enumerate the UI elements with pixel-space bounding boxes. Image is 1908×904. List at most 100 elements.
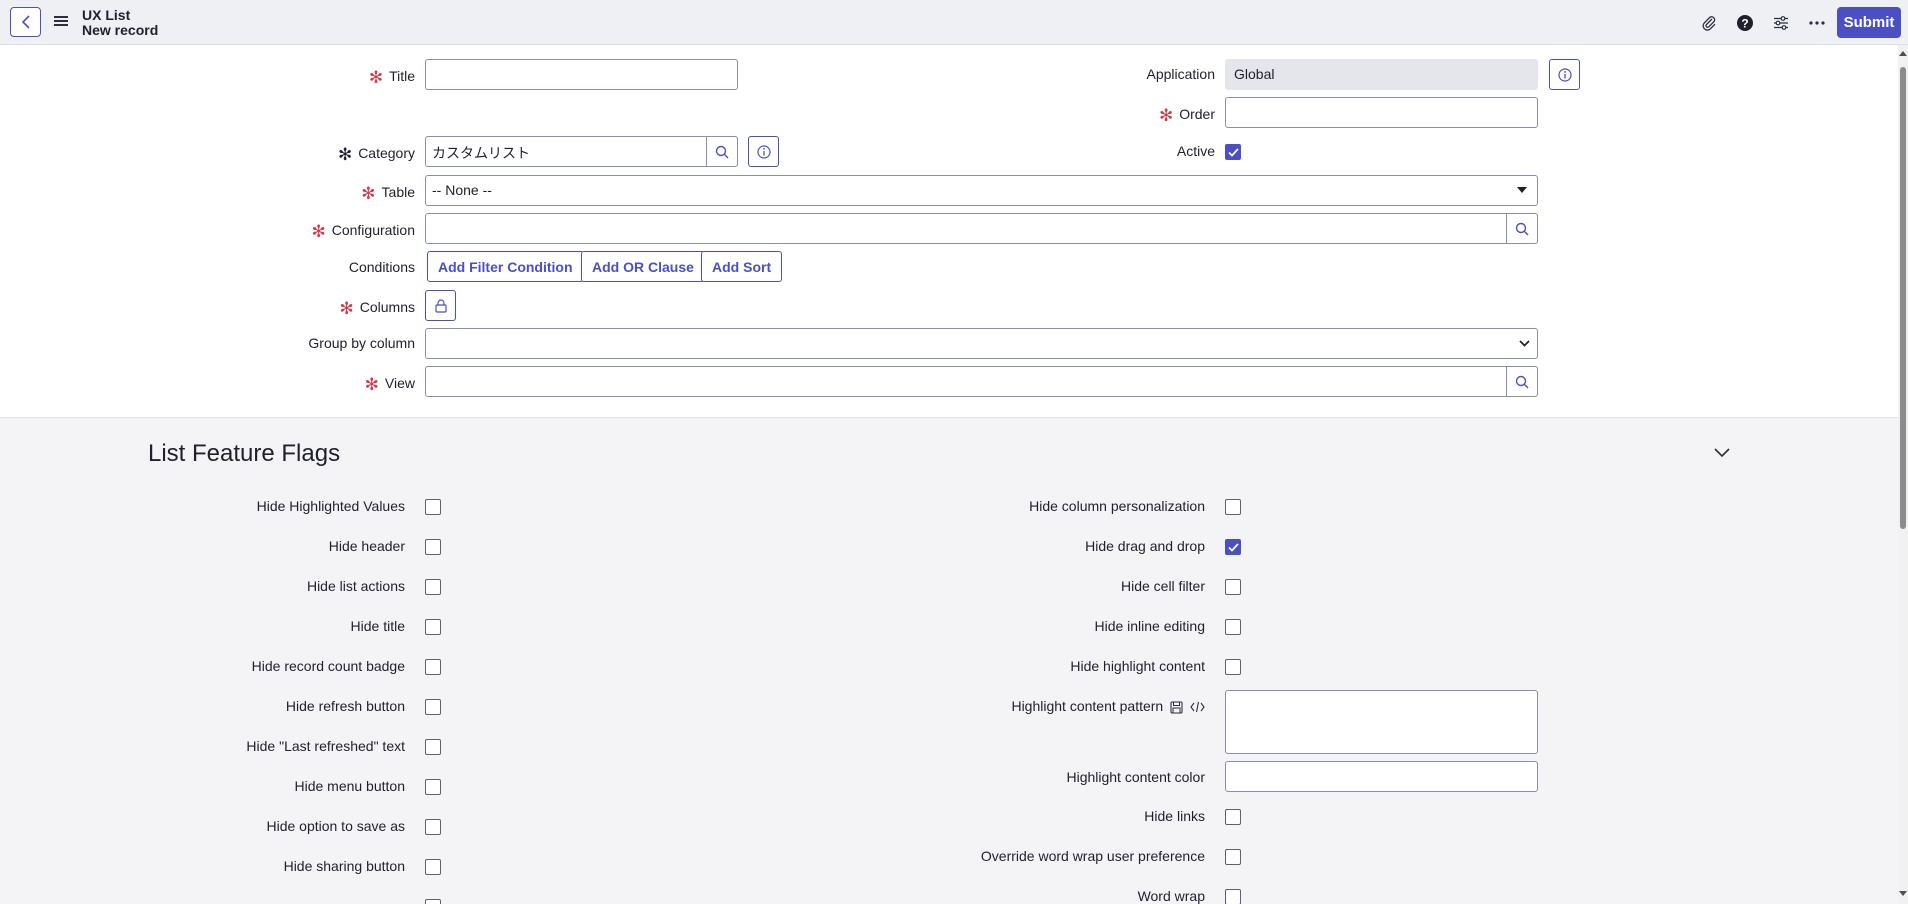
flag-checkbox[interactable]	[1225, 579, 1241, 595]
search-icon	[1515, 222, 1529, 235]
category-info-button[interactable]	[748, 136, 779, 167]
columns-unlock-button[interactable]	[425, 290, 456, 321]
group-by-label: Group by column	[308, 335, 415, 351]
flag-label: Hide inline editing	[1094, 618, 1205, 634]
info-icon	[756, 144, 771, 159]
add-filter-condition-button[interactable]: Add Filter Condition	[427, 251, 584, 282]
flag-checkbox-partial[interactable]	[425, 899, 441, 904]
view-label: ✻ View	[364, 375, 415, 394]
required-icon: ✻	[361, 184, 376, 203]
flag-label: Hide links	[1144, 808, 1205, 824]
flag-checkbox[interactable]	[425, 659, 441, 675]
page-title: UX List	[82, 7, 131, 23]
application-info-button[interactable]	[1549, 59, 1580, 90]
flag-checkbox[interactable]	[425, 699, 441, 715]
list-feature-flags-section: List Feature Flags Hide Highlighted Valu…	[0, 417, 1898, 904]
scroll-thumb[interactable]	[1900, 67, 1906, 529]
flag-checkbox[interactable]	[1225, 499, 1241, 515]
lock-icon	[434, 298, 447, 313]
add-or-clause-button[interactable]: Add OR Clause	[581, 251, 705, 282]
page-scrollbar[interactable]	[1898, 45, 1908, 904]
flag-label: Hide sharing button	[283, 858, 405, 874]
flag-checkbox[interactable]	[1225, 539, 1241, 555]
order-label: ✻ Order	[1158, 106, 1215, 125]
order-input[interactable]	[1225, 97, 1538, 128]
flag-checkbox[interactable]	[425, 539, 441, 555]
group-by-select[interactable]	[425, 328, 1538, 359]
table-label: ✻ Table	[361, 184, 415, 203]
back-icon	[21, 15, 30, 29]
title-label: ✻ Title	[368, 68, 415, 87]
flag-checkbox[interactable]	[1225, 809, 1241, 825]
configuration-input[interactable]	[425, 213, 1538, 244]
required-icon: ✻	[364, 375, 379, 394]
flag-label: Hide list actions	[306, 578, 405, 594]
search-icon	[715, 145, 729, 158]
required-icon: ✻	[1158, 106, 1174, 125]
search-icon	[1515, 375, 1529, 388]
help-icon[interactable]: ?	[1734, 12, 1756, 34]
attachment-icon[interactable]	[1698, 12, 1720, 34]
active-checkbox[interactable]	[1225, 144, 1241, 160]
conditions-label: Conditions	[348, 259, 415, 275]
svg-text:?: ?	[1741, 17, 1748, 31]
caret-down-icon	[1517, 187, 1527, 193]
table-select[interactable]: -- None --	[425, 175, 1538, 206]
info-icon	[1557, 67, 1572, 82]
highlight-color-label: Highlight content color	[1066, 769, 1205, 785]
flag-label: Hide option to save as	[266, 818, 405, 834]
page-subtitle: New record	[82, 22, 159, 38]
configuration-lookup-button[interactable]	[1506, 213, 1538, 244]
flag-label: Hide header	[328, 538, 405, 554]
code-icon[interactable]	[1190, 701, 1205, 713]
flag-checkbox[interactable]	[1225, 889, 1241, 904]
application-field: Global	[1225, 59, 1538, 90]
configuration-label: ✻ Configuration	[311, 222, 415, 241]
record-form: ✻ Title Application Global ✻ Order ✻ Catego…	[0, 45, 1898, 417]
flag-label: Hide refresh button	[285, 698, 405, 714]
category-lookup-button[interactable]	[706, 136, 738, 167]
flag-checkbox[interactable]	[1225, 619, 1241, 635]
flag-checkbox[interactable]	[425, 619, 441, 635]
record-title-block: UX List New record	[82, 8, 158, 38]
flag-checkbox[interactable]	[425, 819, 441, 835]
back-button[interactable]	[10, 7, 41, 37]
collapse-chevron-icon[interactable]	[1713, 447, 1731, 459]
menu-icon[interactable]	[54, 14, 68, 28]
settings-icon[interactable]	[1770, 12, 1792, 34]
flag-checkbox[interactable]	[425, 739, 441, 755]
chevron-down-icon	[1519, 340, 1530, 347]
flag-checkbox[interactable]	[1225, 659, 1241, 675]
scroll-up-arrow-icon[interactable]	[1899, 51, 1907, 56]
columns-label: ✻ Columns	[339, 299, 416, 318]
more-icon[interactable]	[1806, 12, 1828, 34]
flag-checkbox[interactable]	[1225, 849, 1241, 865]
active-label: Active	[1176, 143, 1215, 159]
flag-checkbox[interactable]	[425, 499, 441, 515]
scroll-down-arrow-icon[interactable]	[1899, 891, 1907, 896]
highlight-color-input[interactable]	[1225, 761, 1538, 792]
flag-checkbox[interactable]	[425, 579, 441, 595]
flag-label: Word wrap	[1137, 888, 1205, 904]
add-sort-button[interactable]: Add Sort	[701, 251, 783, 282]
required-icon: ✻	[339, 299, 354, 318]
flag-checkbox[interactable]	[425, 779, 441, 795]
title-input[interactable]	[425, 59, 738, 90]
view-lookup-button[interactable]	[1506, 366, 1538, 397]
flag-label: Hide cell filter	[1120, 578, 1205, 594]
flag-label: Override word wrap user preference	[980, 848, 1205, 864]
check-icon	[1227, 542, 1239, 552]
category-input[interactable]: カスタムリスト	[425, 136, 738, 167]
flag-label: Hide highlight content	[1070, 658, 1205, 674]
submit-button[interactable]: Submit	[1837, 7, 1901, 38]
check-icon	[1227, 147, 1239, 157]
highlight-pattern-textarea[interactable]	[1225, 690, 1538, 754]
flag-checkbox[interactable]	[425, 859, 441, 875]
flag-label: Hide Highlighted Values	[256, 498, 405, 514]
save-icon[interactable]	[1170, 701, 1183, 714]
category-label: ✻ Category	[337, 145, 415, 164]
view-input[interactable]	[425, 366, 1538, 397]
app-header: UX List New record ? Submit	[0, 0, 1908, 45]
required-icon: ✻	[368, 68, 384, 87]
highlight-pattern-label: Highlight content pattern	[1011, 698, 1205, 714]
